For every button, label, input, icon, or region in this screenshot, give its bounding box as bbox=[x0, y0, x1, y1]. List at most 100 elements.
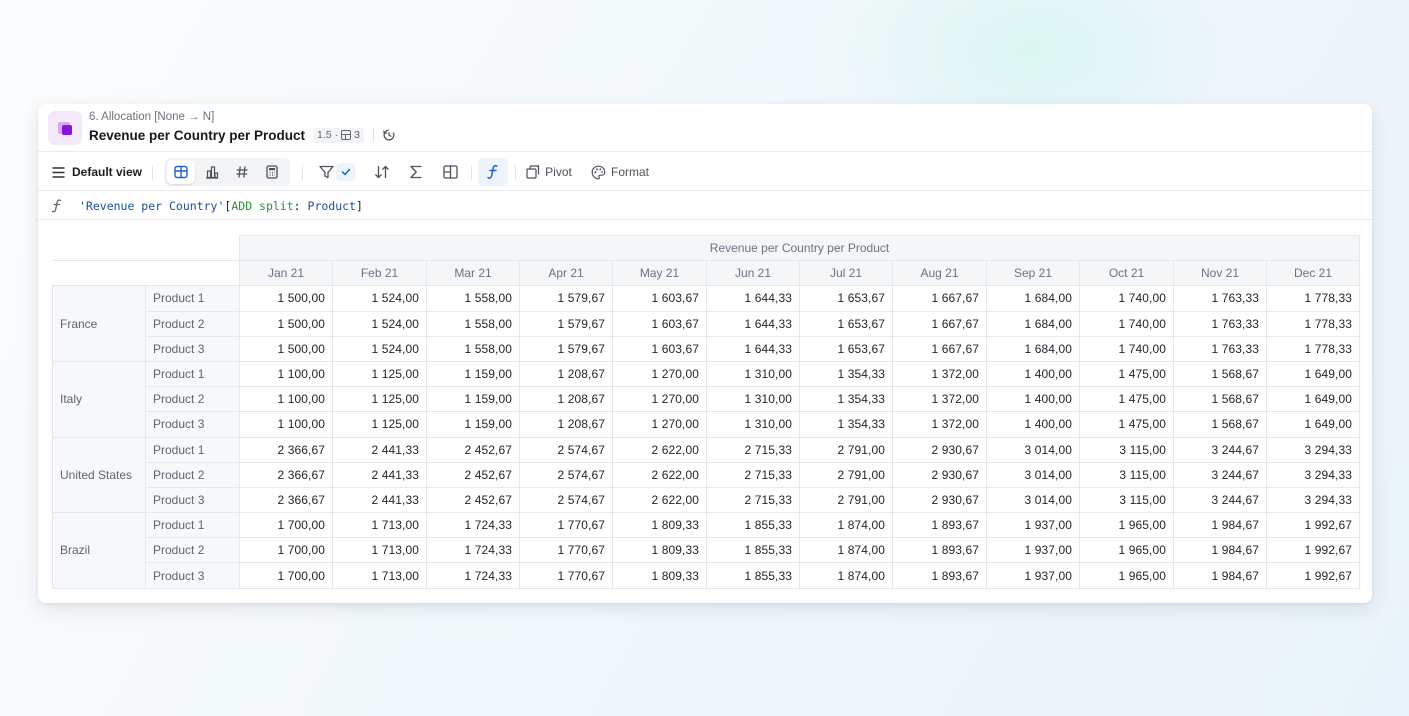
value-cell[interactable]: 3 294,33 bbox=[1266, 461, 1360, 488]
value-cell[interactable]: 1 667,67 bbox=[892, 285, 987, 312]
value-cell[interactable]: 1 770,67 bbox=[519, 512, 613, 539]
value-cell[interactable]: 1 653,67 bbox=[799, 285, 893, 312]
value-cell[interactable]: 1 400,00 bbox=[986, 411, 1080, 438]
value-cell[interactable]: 3 244,67 bbox=[1173, 486, 1267, 514]
value-cell[interactable]: 1 770,67 bbox=[519, 537, 613, 564]
column-header[interactable]: Oct 21 bbox=[1079, 260, 1174, 287]
value-cell[interactable]: 1 603,67 bbox=[612, 335, 707, 362]
value-cell[interactable]: 2 791,00 bbox=[799, 436, 893, 463]
value-cell[interactable]: 2 441,33 bbox=[332, 461, 427, 488]
row-header-product[interactable]: Product 2 bbox=[145, 461, 240, 488]
value-cell[interactable]: 1 400,00 bbox=[986, 386, 1080, 413]
column-header[interactable]: Nov 21 bbox=[1173, 260, 1267, 287]
row-header-product[interactable]: Product 3 bbox=[145, 411, 240, 438]
value-cell[interactable]: 1 984,67 bbox=[1173, 562, 1267, 589]
value-cell[interactable]: 1 778,33 bbox=[1266, 285, 1360, 312]
metric-meta-badge[interactable]: 1.5 · 3 bbox=[313, 127, 364, 143]
value-cell[interactable]: 1 603,67 bbox=[612, 310, 707, 337]
column-header[interactable]: Jul 21 bbox=[799, 260, 893, 287]
value-cell[interactable]: 1 400,00 bbox=[986, 360, 1080, 388]
value-cell[interactable]: 3 294,33 bbox=[1266, 436, 1360, 463]
value-cell[interactable]: 1 208,67 bbox=[519, 360, 613, 388]
value-cell[interactable]: 1 159,00 bbox=[426, 411, 520, 438]
history-icon[interactable] bbox=[382, 128, 396, 142]
value-cell[interactable]: 2 622,00 bbox=[612, 486, 707, 514]
value-cell[interactable]: 2 366,67 bbox=[239, 436, 333, 463]
value-cell[interactable]: 1 372,00 bbox=[892, 386, 987, 413]
row-header-country[interactable]: United States bbox=[52, 436, 146, 514]
bar-chart-icon[interactable] bbox=[198, 160, 226, 184]
value-cell[interactable]: 2 930,67 bbox=[892, 461, 987, 488]
value-cell[interactable]: 1 778,33 bbox=[1266, 310, 1360, 337]
table-grid-icon[interactable] bbox=[167, 160, 195, 184]
value-cell[interactable]: 1 809,33 bbox=[612, 562, 707, 589]
sigma-icon[interactable] bbox=[402, 153, 430, 191]
column-header[interactable]: Mar 21 bbox=[426, 260, 520, 287]
value-cell[interactable]: 1 992,67 bbox=[1266, 537, 1360, 564]
value-cell[interactable]: 1 855,33 bbox=[706, 537, 800, 564]
value-cell[interactable]: 3 244,67 bbox=[1173, 436, 1267, 463]
value-cell[interactable]: 1 270,00 bbox=[612, 360, 707, 388]
row-header-country[interactable]: France bbox=[52, 285, 146, 362]
column-header[interactable]: Aug 21 bbox=[892, 260, 987, 287]
page-title[interactable]: Revenue per Country per Product bbox=[89, 128, 305, 143]
value-cell[interactable]: 1 700,00 bbox=[239, 537, 333, 564]
value-cell[interactable]: 1 270,00 bbox=[612, 386, 707, 413]
row-header-product[interactable]: Product 1 bbox=[145, 436, 240, 463]
value-cell[interactable]: 1 270,00 bbox=[612, 411, 707, 438]
value-cell[interactable]: 3 014,00 bbox=[986, 461, 1080, 488]
value-cell[interactable]: 2 574,67 bbox=[519, 436, 613, 463]
value-cell[interactable]: 1 684,00 bbox=[986, 310, 1080, 337]
value-cell[interactable]: 2 441,33 bbox=[332, 436, 427, 463]
value-cell[interactable]: 1 524,00 bbox=[332, 285, 427, 312]
value-cell[interactable]: 3 115,00 bbox=[1079, 486, 1174, 514]
value-cell[interactable]: 1 524,00 bbox=[332, 335, 427, 362]
value-cell[interactable]: 2 366,67 bbox=[239, 461, 333, 488]
value-cell[interactable]: 2 452,67 bbox=[426, 461, 520, 488]
value-cell[interactable]: 3 115,00 bbox=[1079, 436, 1174, 463]
value-cell[interactable]: 1 700,00 bbox=[239, 562, 333, 589]
value-cell[interactable]: 1 667,67 bbox=[892, 310, 987, 337]
value-cell[interactable]: 1 310,00 bbox=[706, 360, 800, 388]
row-header-product[interactable]: Product 2 bbox=[145, 310, 240, 337]
value-cell[interactable]: 1 893,67 bbox=[892, 537, 987, 564]
value-cell[interactable]: 2 715,33 bbox=[706, 461, 800, 488]
row-header-product[interactable]: Product 3 bbox=[145, 335, 240, 362]
value-cell[interactable]: 3 014,00 bbox=[986, 486, 1080, 514]
value-cell[interactable]: 2 715,33 bbox=[706, 486, 800, 514]
value-cell[interactable]: 1 558,00 bbox=[426, 310, 520, 337]
value-cell[interactable]: 1 159,00 bbox=[426, 386, 520, 413]
value-cell[interactable]: 1 937,00 bbox=[986, 562, 1080, 589]
value-cell[interactable]: 1 763,33 bbox=[1173, 285, 1267, 312]
column-header[interactable]: Sep 21 bbox=[986, 260, 1080, 287]
value-cell[interactable]: 1 770,67 bbox=[519, 562, 613, 589]
value-cell[interactable]: 1 644,33 bbox=[706, 335, 800, 362]
value-cell[interactable]: 1 965,00 bbox=[1079, 562, 1174, 589]
value-cell[interactable]: 1 778,33 bbox=[1266, 335, 1360, 362]
value-cell[interactable]: 1 809,33 bbox=[612, 537, 707, 564]
row-header-product[interactable]: Product 1 bbox=[145, 360, 240, 388]
value-cell[interactable]: 2 791,00 bbox=[799, 461, 893, 488]
value-cell[interactable]: 1 874,00 bbox=[799, 537, 893, 564]
row-header-product[interactable]: Product 3 bbox=[145, 562, 240, 589]
value-cell[interactable]: 1 125,00 bbox=[332, 411, 427, 438]
value-cell[interactable]: 1 700,00 bbox=[239, 512, 333, 539]
column-header[interactable]: Apr 21 bbox=[519, 260, 613, 287]
row-header-country[interactable]: Italy bbox=[52, 360, 146, 438]
row-header-product[interactable]: Product 2 bbox=[145, 386, 240, 413]
value-cell[interactable]: 2 441,33 bbox=[332, 486, 427, 514]
value-cell[interactable]: 1 740,00 bbox=[1079, 310, 1174, 337]
value-cell[interactable]: 1 893,67 bbox=[892, 512, 987, 539]
value-cell[interactable]: 1 937,00 bbox=[986, 537, 1080, 564]
value-cell[interactable]: 3 244,67 bbox=[1173, 461, 1267, 488]
value-cell[interactable]: 1 965,00 bbox=[1079, 537, 1174, 564]
value-cell[interactable]: 1 568,67 bbox=[1173, 411, 1267, 438]
value-cell[interactable]: 2 452,67 bbox=[426, 436, 520, 463]
value-cell[interactable]: 1 809,33 bbox=[612, 512, 707, 539]
calculator-icon[interactable] bbox=[258, 160, 286, 184]
value-cell[interactable]: 1 724,33 bbox=[426, 562, 520, 589]
value-cell[interactable]: 1 208,67 bbox=[519, 386, 613, 413]
row-header-product[interactable]: Product 2 bbox=[145, 537, 240, 564]
breadcrumb[interactable]: 6. Allocation [None → N] bbox=[89, 111, 214, 123]
value-cell[interactable]: 2 622,00 bbox=[612, 436, 707, 463]
